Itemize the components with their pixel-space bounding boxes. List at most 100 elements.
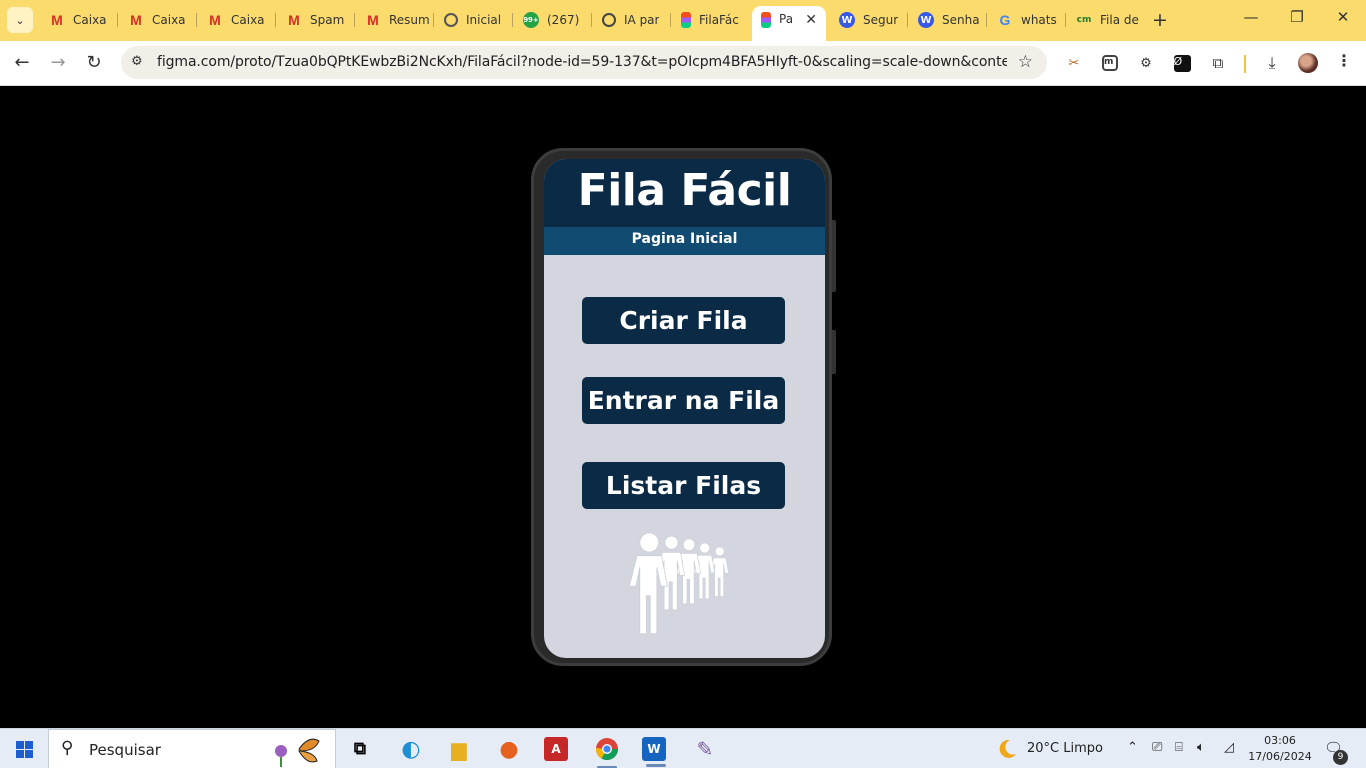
- tab-title: Resum: [389, 13, 430, 27]
- volume-icon[interactable]: 🔈︎: [1197, 740, 1205, 755]
- notification-99-icon: 99+: [523, 12, 539, 28]
- tab-title: FilaFác: [699, 13, 739, 27]
- tab-title: whats: [1021, 13, 1057, 27]
- gmail-icon: M: [367, 12, 379, 28]
- tab-title: (267): [547, 13, 580, 27]
- site-info-icon[interactable]: ⚙: [131, 54, 143, 69]
- taskbar-clock[interactable]: 03:06 17/06/2024: [1248, 733, 1312, 765]
- browser-tab[interactable]: G whats: [988, 6, 1066, 34]
- extension-m-icon[interactable]: m: [1100, 53, 1120, 73]
- back-arrow-icon[interactable]: ←: [10, 51, 34, 75]
- gmail-icon: M: [130, 12, 142, 28]
- forward-arrow-icon[interactable]: →: [46, 51, 70, 75]
- clock-date: 17/06/2024: [1248, 750, 1312, 763]
- chrome-icon[interactable]: [593, 735, 621, 768]
- close-window-button[interactable]: ✕: [1328, 8, 1358, 26]
- taskbar-search-box[interactable]: ⚲ Pesquisar: [48, 729, 336, 768]
- browser-tab[interactable]: cm Fila de: [1067, 6, 1145, 34]
- word-icon[interactable]: W: [642, 737, 666, 767]
- notification-count-badge: 9: [1333, 750, 1348, 765]
- search-icon: ⚲: [61, 738, 74, 758]
- network-icon[interactable]: ⌸: [1175, 740, 1183, 755]
- tab-search-chevron-icon[interactable]: ⌄: [7, 7, 33, 33]
- minimize-button[interactable]: —: [1236, 8, 1266, 26]
- join-queue-button[interactable]: Entrar na Fila: [582, 377, 785, 424]
- browser-tab-strip: ⌄ M Caixa M Caixa M Caixa M Spam M Resum…: [0, 0, 1366, 41]
- browser-tab[interactable]: M Caixa: [119, 6, 197, 34]
- create-queue-button[interactable]: Criar Fila: [582, 297, 785, 344]
- tab-title: Fila de: [1100, 13, 1139, 27]
- google-icon: G: [999, 12, 1011, 28]
- url-text[interactable]: figma.com/proto/Tzua0bQPtKEwbzBi2NcKxh/F…: [157, 54, 1007, 70]
- openai-icon: [602, 13, 616, 27]
- browser-tab[interactable]: W Segur: [830, 6, 908, 34]
- browser-tab[interactable]: 99+ (267): [514, 6, 592, 34]
- close-tab-icon[interactable]: ✕: [805, 12, 817, 28]
- moon-weather-icon: [999, 739, 1016, 758]
- firefox-icon[interactable]: ●: [495, 735, 523, 763]
- extensions-puzzle-icon[interactable]: ⧉: [1208, 53, 1228, 73]
- wordpress-icon: W: [918, 12, 934, 28]
- tab-title: Caixa: [73, 13, 107, 27]
- weather-text[interactable]: 20°C Limpo: [1027, 741, 1103, 756]
- bookmark-star-icon[interactable]: ☆: [1018, 52, 1033, 72]
- phone-side-button: [832, 330, 836, 374]
- browser-tab[interactable]: FilaFác: [672, 6, 750, 34]
- windows-taskbar: ⚲ Pesquisar ⧉ ◐ ▆ ● A W ✎ 20°C Limpo ⌃ ⎚…: [0, 728, 1366, 768]
- wordpress-icon: W: [839, 12, 855, 28]
- phone-side-button: [832, 220, 836, 292]
- tab-title: Pa: [779, 12, 794, 26]
- browser-toolbar: ← → ↻ ⚙ figma.com/proto/Tzua0bQPtKEwbzBi…: [0, 41, 1366, 86]
- paint-icon[interactable]: ✎: [691, 735, 719, 763]
- windows-start-icon[interactable]: [16, 741, 33, 758]
- wifi-icon[interactable]: ◿: [1224, 740, 1234, 755]
- browser-tab[interactable]: M Spam: [277, 6, 355, 34]
- file-explorer-icon[interactable]: ▆: [445, 735, 473, 763]
- phone-frame: Fila Fácil Pagina Inicial Criar Fila Ent…: [531, 148, 832, 666]
- extension-gear-icon[interactable]: ⚙: [1136, 53, 1156, 73]
- browser-tab[interactable]: W Senha: [909, 6, 987, 34]
- download-icon[interactable]: ⤓: [1262, 53, 1282, 73]
- globe-icon: [444, 13, 458, 27]
- extension-tools-icon[interactable]: ✂: [1064, 53, 1084, 73]
- task-view-icon[interactable]: ⧉: [346, 735, 374, 763]
- browser-tab[interactable]: IA par: [593, 6, 671, 34]
- meet-camera-icon[interactable]: ⎚: [1152, 740, 1162, 755]
- edge-icon[interactable]: ◐: [397, 735, 425, 763]
- prototype-canvas: Fila Fácil Pagina Inicial Criar Fila Ent…: [0, 87, 1366, 728]
- gmail-icon: M: [51, 12, 63, 28]
- restore-button[interactable]: ❐: [1282, 8, 1312, 26]
- profile-avatar[interactable]: [1298, 53, 1318, 73]
- tab-title: Senha: [942, 13, 980, 27]
- extension-notion-icon[interactable]: Ø: [1172, 53, 1192, 73]
- tab-title: Caixa: [152, 13, 186, 27]
- clock-time: 03:06: [1264, 734, 1296, 747]
- browser-tab[interactable]: M Resum: [356, 6, 434, 34]
- tab-title: IA par: [624, 13, 660, 27]
- butterfly-flower-icon: [275, 738, 320, 767]
- app-title: Fila Fácil: [577, 165, 792, 216]
- browser-tab-active[interactable]: Pa ✕: [752, 6, 826, 41]
- page-subtitle-bar: Pagina Inicial: [544, 227, 825, 255]
- search-placeholder: Pesquisar: [89, 741, 161, 759]
- page-subtitle: Pagina Inicial: [631, 231, 738, 247]
- menu-kebab-icon[interactable]: ⋮: [1336, 51, 1352, 70]
- gmail-icon: M: [209, 12, 221, 28]
- chevron-up-icon[interactable]: ⌃: [1127, 740, 1138, 755]
- acrobat-icon[interactable]: A: [544, 737, 568, 761]
- new-tab-button[interactable]: +: [1152, 10, 1168, 30]
- list-queues-button[interactable]: Listar Filas: [582, 462, 785, 509]
- reload-icon[interactable]: ↻: [82, 51, 106, 75]
- figma-icon: [761, 12, 771, 28]
- browser-tab[interactable]: M Caixa: [40, 6, 118, 34]
- browser-tab[interactable]: M Caixa: [198, 6, 276, 34]
- browser-tab[interactable]: Inicial: [435, 6, 513, 34]
- tab-title: Spam: [310, 13, 345, 27]
- app-header: Fila Fácil: [544, 159, 825, 227]
- address-bar[interactable]: ⚙ figma.com/proto/Tzua0bQPtKEwbzBi2NcKxh…: [121, 46, 1047, 79]
- figma-icon: [681, 12, 691, 28]
- tab-title: Inicial: [466, 13, 502, 27]
- tab-title: Caixa: [231, 13, 265, 27]
- gmail-icon: M: [288, 12, 300, 28]
- tab-title: Segur: [863, 13, 899, 27]
